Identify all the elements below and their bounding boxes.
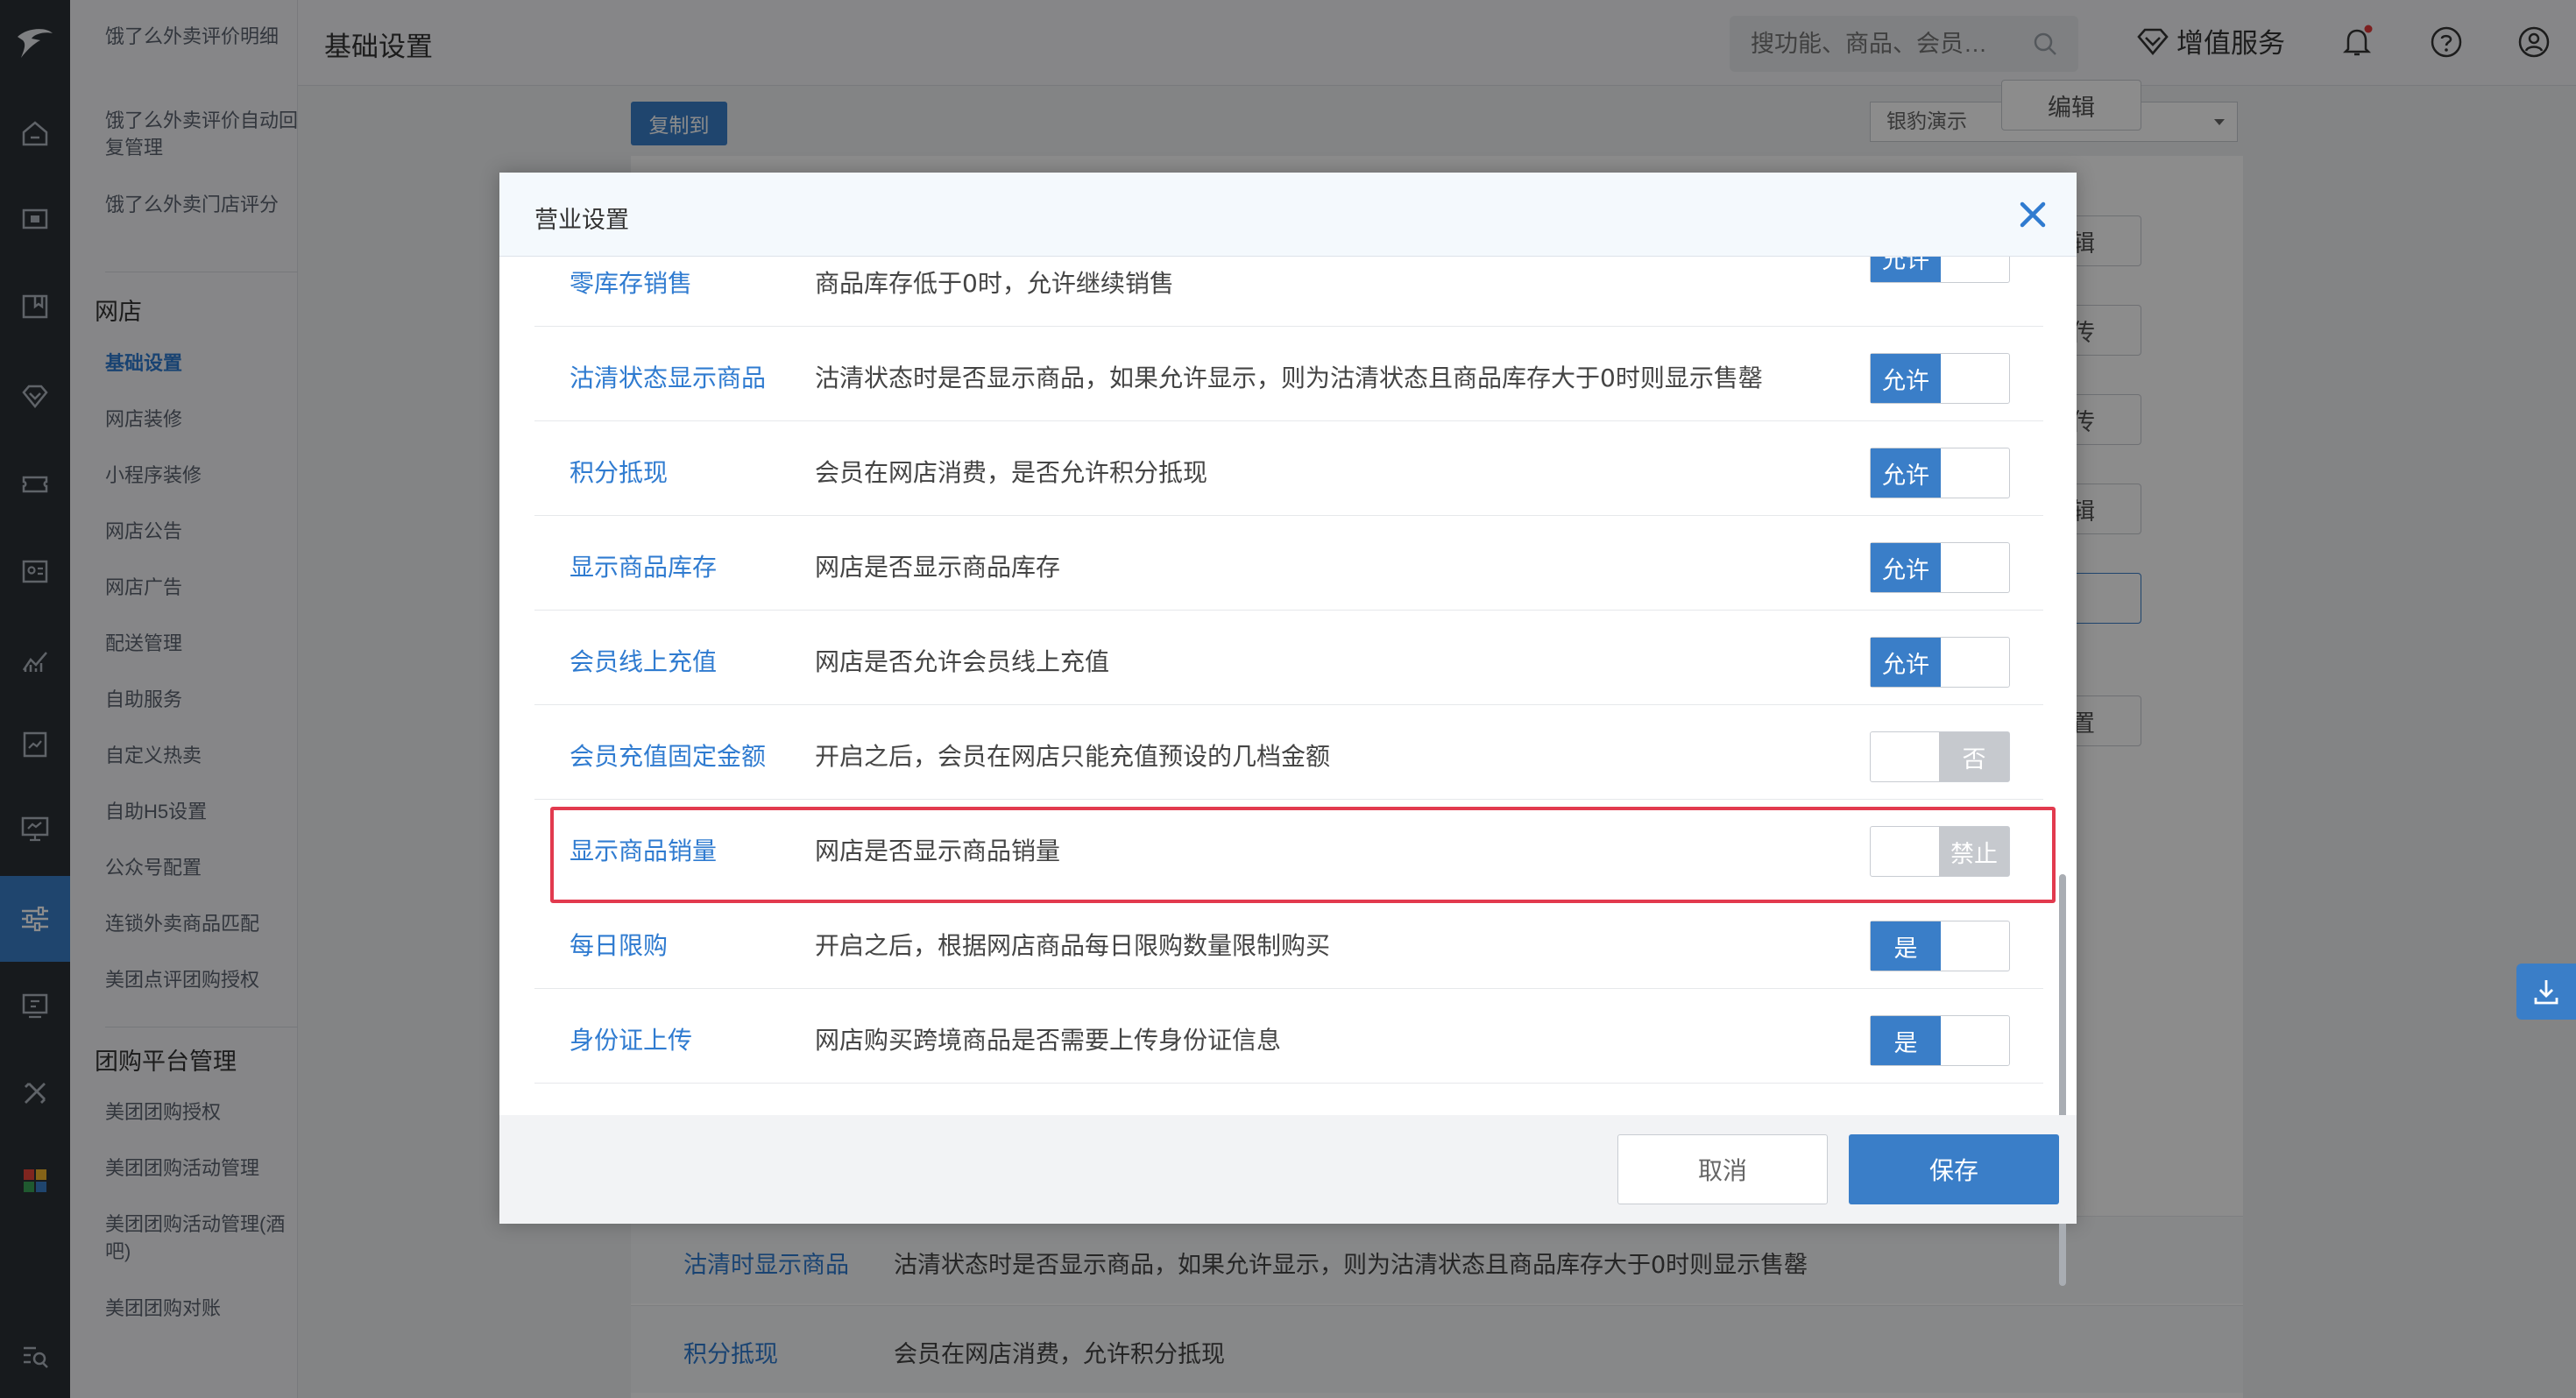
setting-row-fixed-recharge: 会员充值固定金额 开启之后，会员在网店只能充值预设的几档金额 否	[534, 705, 2043, 800]
setting-desc: 开启之后，会员在网店只能充值预设的几档金额	[815, 742, 1331, 771]
modal-scrollbar[interactable]	[2057, 257, 2068, 1286]
setting-label: 每日限购	[570, 931, 669, 960]
setting-row-id-upload: 身份证上传 网店购买跨境商品是否需要上传身份证信息 是	[534, 989, 2043, 1084]
toggle-label: 允许	[1871, 448, 1941, 498]
setting-label: 积分抵现	[570, 458, 669, 487]
id-upload-toggle[interactable]: 是	[1870, 1015, 2010, 1066]
soldout-display-toggle[interactable]: 允许	[1870, 353, 2010, 404]
setting-label: 显示商品库存	[570, 553, 718, 582]
close-icon[interactable]	[2013, 195, 2052, 234]
zero-stock-toggle[interactable]: 允许	[1870, 257, 2010, 283]
modal-body: 零库存销售 商品库存低于0时，允许继续销售 允许 沽清状态显示商品 沽清状态时是…	[499, 257, 2077, 1115]
show-stock-toggle[interactable]: 允许	[1870, 542, 2010, 593]
daily-limit-toggle[interactable]: 是	[1870, 921, 2010, 971]
toggle-label: 允许	[1871, 257, 1941, 282]
scrollbar-thumb[interactable]	[2059, 874, 2066, 1286]
setting-label: 会员充值固定金额	[570, 742, 767, 771]
setting-row-points-cash: 积分抵现 会员在网店消费，是否允许积分抵现 允许	[534, 421, 2043, 516]
points-cash-toggle[interactable]: 允许	[1870, 448, 2010, 498]
toggle-label: 是	[1871, 921, 1941, 971]
setting-label: 会员线上充值	[570, 647, 718, 676]
setting-desc: 网店购买跨境商品是否需要上传身份证信息	[815, 1026, 1282, 1055]
fixed-recharge-toggle[interactable]: 否	[1870, 731, 2010, 782]
download-icon[interactable]	[2516, 964, 2576, 1020]
toggle-label: 允许	[1871, 543, 1941, 592]
toggle-label: 允许	[1871, 354, 1941, 403]
modal-header: 营业设置	[499, 173, 2077, 257]
setting-row-online-recharge: 会员线上充值 网店是否允许会员线上充值 允许	[534, 611, 2043, 705]
setting-desc: 开启之后，根据网店商品每日限购数量限制购买	[815, 931, 1331, 960]
setting-row-zero-stock: 零库存销售 商品库存低于0时，允许继续销售 允许	[534, 257, 2043, 327]
setting-desc: 商品库存低于0时，允许继续销售	[815, 269, 1174, 298]
setting-label: 身份证上传	[570, 1026, 693, 1055]
toggle-label: 否	[1939, 732, 2009, 781]
modal-title: 营业设置	[534, 207, 629, 234]
setting-desc: 网店是否显示商品库存	[815, 553, 1061, 582]
setting-label: 沽清状态显示商品	[570, 364, 767, 392]
highlight-box	[550, 807, 2056, 903]
setting-row-soldout-display: 沽清状态显示商品 沽清状态时是否显示商品，如果允许显示，则为沽清状态且商品库存大…	[534, 327, 2043, 421]
setting-desc: 会员在网店消费，是否允许积分抵现	[815, 458, 1208, 487]
cancel-button[interactable]: 取消	[1617, 1134, 1828, 1204]
online-recharge-toggle[interactable]: 允许	[1870, 637, 2010, 688]
setting-desc: 网店是否允许会员线上充值	[815, 647, 1110, 676]
setting-label: 零库存销售	[570, 269, 693, 298]
setting-row-show-stock: 显示商品库存 网店是否显示商品库存 允许	[534, 516, 2043, 611]
business-settings-modal: 营业设置 零库存销售 商品库存低于0时，允许继续销售 允许 沽清状态显示商品 沽…	[499, 173, 2077, 1286]
toggle-label: 允许	[1871, 638, 1941, 687]
save-button[interactable]: 保存	[1849, 1134, 2059, 1204]
toggle-label: 是	[1871, 1016, 1941, 1065]
modal-footer: 取消 保存	[499, 1115, 2077, 1224]
setting-desc: 沽清状态时是否显示商品，如果允许显示，则为沽清状态且商品库存大于0时则显示售罄	[815, 364, 1763, 392]
setting-row-daily-limit: 每日限购 开启之后，根据网店商品每日限购数量限制购买 是	[534, 894, 2043, 989]
